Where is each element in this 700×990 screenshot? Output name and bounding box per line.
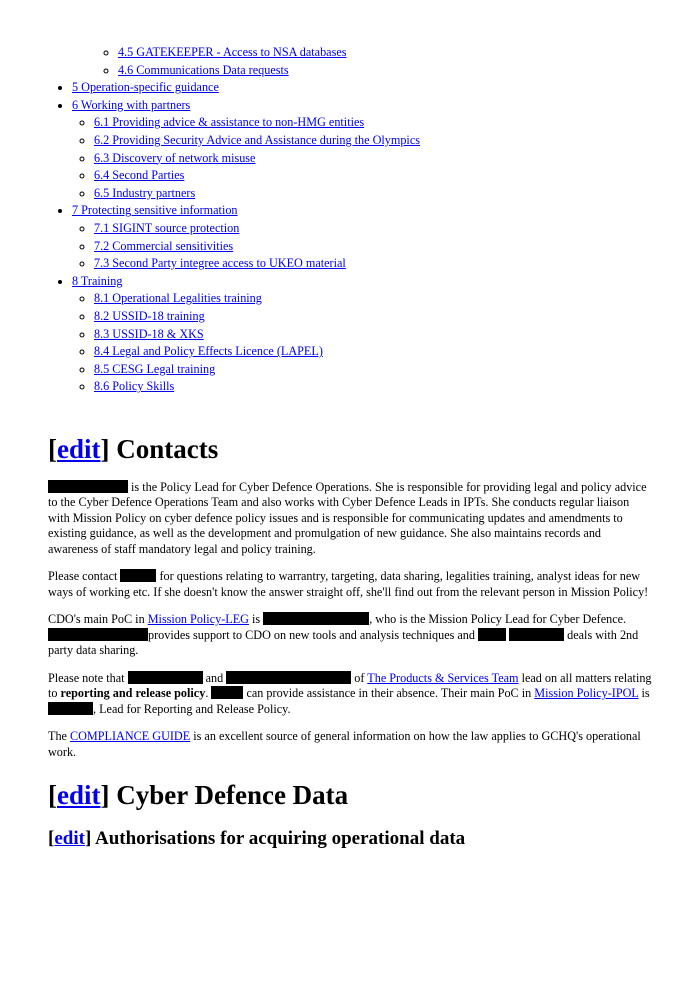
toc-item: 7.3 Second Party integree access to UKEO… <box>94 255 652 273</box>
products-services-team-link[interactable]: The Products & Services Team <box>367 671 518 685</box>
document-page: 4.5 GATEKEEPER - Access to NSA databases… <box>0 0 700 850</box>
contacts-heading-text: Contacts <box>116 433 219 464</box>
toc-link-8-6[interactable]: 8.6 Policy Skills <box>94 379 174 393</box>
toc-link-8-5[interactable]: 8.5 CESG Legal training <box>94 362 215 376</box>
cyber-defence-data-heading: [edit] Cyber Defence Data <box>48 780 349 811</box>
toc-link-7[interactable]: 7 Protecting sensitive information <box>72 203 238 217</box>
toc-link-4-5[interactable]: 4.5 GATEKEEPER - Access to NSA databases <box>118 45 346 59</box>
paragraph-text: Please note that <box>48 670 128 685</box>
toc-section: 7 Protecting sensitive information 7.1 S… <box>72 202 652 272</box>
toc-item: 4.6 Communications Data requests <box>118 62 652 80</box>
redaction-block <box>127 670 203 684</box>
paragraph-text: is <box>248 612 264 627</box>
redaction-block <box>509 627 565 641</box>
toc-link-5[interactable]: 5 Operation-specific guidance <box>72 80 219 94</box>
toc-link-8[interactable]: 8 Training <box>72 274 122 288</box>
redaction-block <box>263 612 370 626</box>
contacts-paragraph-1: is the Policy Lead for Cyber Defence Ope… <box>48 479 652 558</box>
toc-item: 7.2 Commercial sensitivities <box>94 238 652 256</box>
toc-link-7-1[interactable]: 7.1 SIGINT source protection <box>94 221 239 235</box>
redaction-block <box>48 627 148 641</box>
toc-orphan-list: 4.5 GATEKEEPER - Access to NSA databases… <box>48 44 652 79</box>
redaction-block <box>48 479 128 493</box>
toc-item: 8.6 Policy Skills <box>94 378 652 396</box>
toc-item: 7.1 SIGINT source protection <box>94 220 652 238</box>
toc-link-7-2[interactable]: 7.2 Commercial sensitivities <box>94 239 233 253</box>
toc-item: 8.4 Legal and Policy Effects Licence (LA… <box>94 343 652 361</box>
toc-link-4-6[interactable]: 4.6 Communications Data requests <box>118 63 289 77</box>
authorisations-heading-text: Authorisations for acquiring operational… <box>94 828 466 850</box>
paragraph-text: The <box>48 729 70 744</box>
toc-item: 6.5 Industry partners <box>94 185 652 203</box>
toc-link-8-1[interactable]: 8.1 Operational Legalities training <box>94 291 262 305</box>
toc-item: 6.4 Second Parties <box>94 167 652 185</box>
cyber-defence-data-heading-text: Cyber Defence Data <box>116 780 349 811</box>
redaction-block <box>120 569 157 583</box>
toc-section: 8 Training 8.1 Operational Legalities tr… <box>72 273 652 396</box>
toc-item: 8.1 Operational Legalities training <box>94 290 652 308</box>
redaction-block <box>211 686 244 700</box>
toc-link-8-4[interactable]: 8.4 Legal and Policy Effects Licence (LA… <box>94 344 323 358</box>
toc-link-6-5[interactable]: 6.5 Industry partners <box>94 186 195 200</box>
toc-item: 4.5 GATEKEEPER - Access to NSA databases <box>118 44 652 62</box>
redaction-block <box>226 670 352 684</box>
toc-item: 8.3 USSID-18 & XKS <box>94 326 652 344</box>
contacts-paragraph-2: Please contact for questions relating to… <box>48 569 652 600</box>
paragraph-text: can provide assistance in their absence.… <box>243 686 535 701</box>
toc-link-8-2[interactable]: 8.2 USSID-18 training <box>94 309 205 323</box>
paragraph-text: , who is the Mission Policy Lead for Cyb… <box>369 612 627 627</box>
toc-link-6[interactable]: 6 Working with partners <box>72 98 190 112</box>
toc-link-7-3[interactable]: 7.3 Second Party integree access to UKEO… <box>94 256 346 270</box>
toc-link-6-2[interactable]: 6.2 Providing Security Advice and Assist… <box>94 133 420 147</box>
contacts-paragraph-4: Please note that and of The Products & S… <box>48 670 652 718</box>
toc-section: 6 Working with partners 6.1 Providing ad… <box>72 97 652 203</box>
bold-text: reporting and release policy <box>60 686 206 701</box>
paragraph-text: and <box>202 670 227 685</box>
toc-item: 8.5 CESG Legal training <box>94 361 652 379</box>
toc-item: 6.1 Providing advice & assistance to non… <box>94 114 652 132</box>
toc-section: 5 Operation-specific guidance <box>72 79 652 97</box>
toc-link-6-4[interactable]: 6.4 Second Parties <box>94 168 184 182</box>
paragraph-text: Please contact <box>48 569 121 584</box>
toc-link-8-3[interactable]: 8.3 USSID-18 & XKS <box>94 327 204 341</box>
toc-item: 8.2 USSID-18 training <box>94 308 652 326</box>
mission-policy-leg-link[interactable]: Mission Policy-LEG <box>148 612 249 626</box>
toc-item: 6.3 Discovery of network misuse <box>94 150 652 168</box>
edit-link[interactable]: edit <box>54 828 85 849</box>
toc-sublist: 8.1 Operational Legalities training 8.2 … <box>72 290 652 396</box>
toc-list: 5 Operation-specific guidance 6 Working … <box>48 79 652 396</box>
contacts-paragraph-5: The COMPLIANCE GUIDE is an excellent sou… <box>48 729 652 760</box>
authorisations-heading: [edit] Authorisations for acquiring oper… <box>48 828 466 850</box>
paragraph-text: is <box>638 686 650 701</box>
toc-link-6-3[interactable]: 6.3 Discovery of network misuse <box>94 151 255 165</box>
redaction-block <box>48 701 93 715</box>
paragraph-text: provides support to CDO on new tools and… <box>148 627 479 642</box>
paragraph-text: CDO's main PoC in <box>48 612 148 627</box>
toc-link-6-1[interactable]: 6.1 Providing advice & assistance to non… <box>94 115 364 129</box>
compliance-guide-link[interactable]: COMPLIANCE GUIDE <box>70 729 190 743</box>
toc-item: 6.2 Providing Security Advice and Assist… <box>94 132 652 150</box>
paragraph-text: is the Policy Lead for Cyber Defence Ope… <box>48 479 647 556</box>
edit-link[interactable]: edit <box>57 434 101 464</box>
redaction-block <box>478 627 507 641</box>
contacts-heading: [edit] Contacts <box>48 433 219 464</box>
edit-link[interactable]: edit <box>57 780 101 810</box>
mission-policy-ipol-link[interactable]: Mission Policy-IPOL <box>534 686 638 700</box>
toc-sublist: 6.1 Providing advice & assistance to non… <box>72 114 652 202</box>
paragraph-text: of <box>351 670 368 685</box>
toc-sublist: 7.1 SIGINT source protection 7.2 Commerc… <box>72 220 652 273</box>
contacts-paragraph-3: CDO's main PoC in Mission Policy-LEG is … <box>48 612 652 659</box>
paragraph-text: , Lead for Reporting and Release Policy. <box>93 701 291 716</box>
